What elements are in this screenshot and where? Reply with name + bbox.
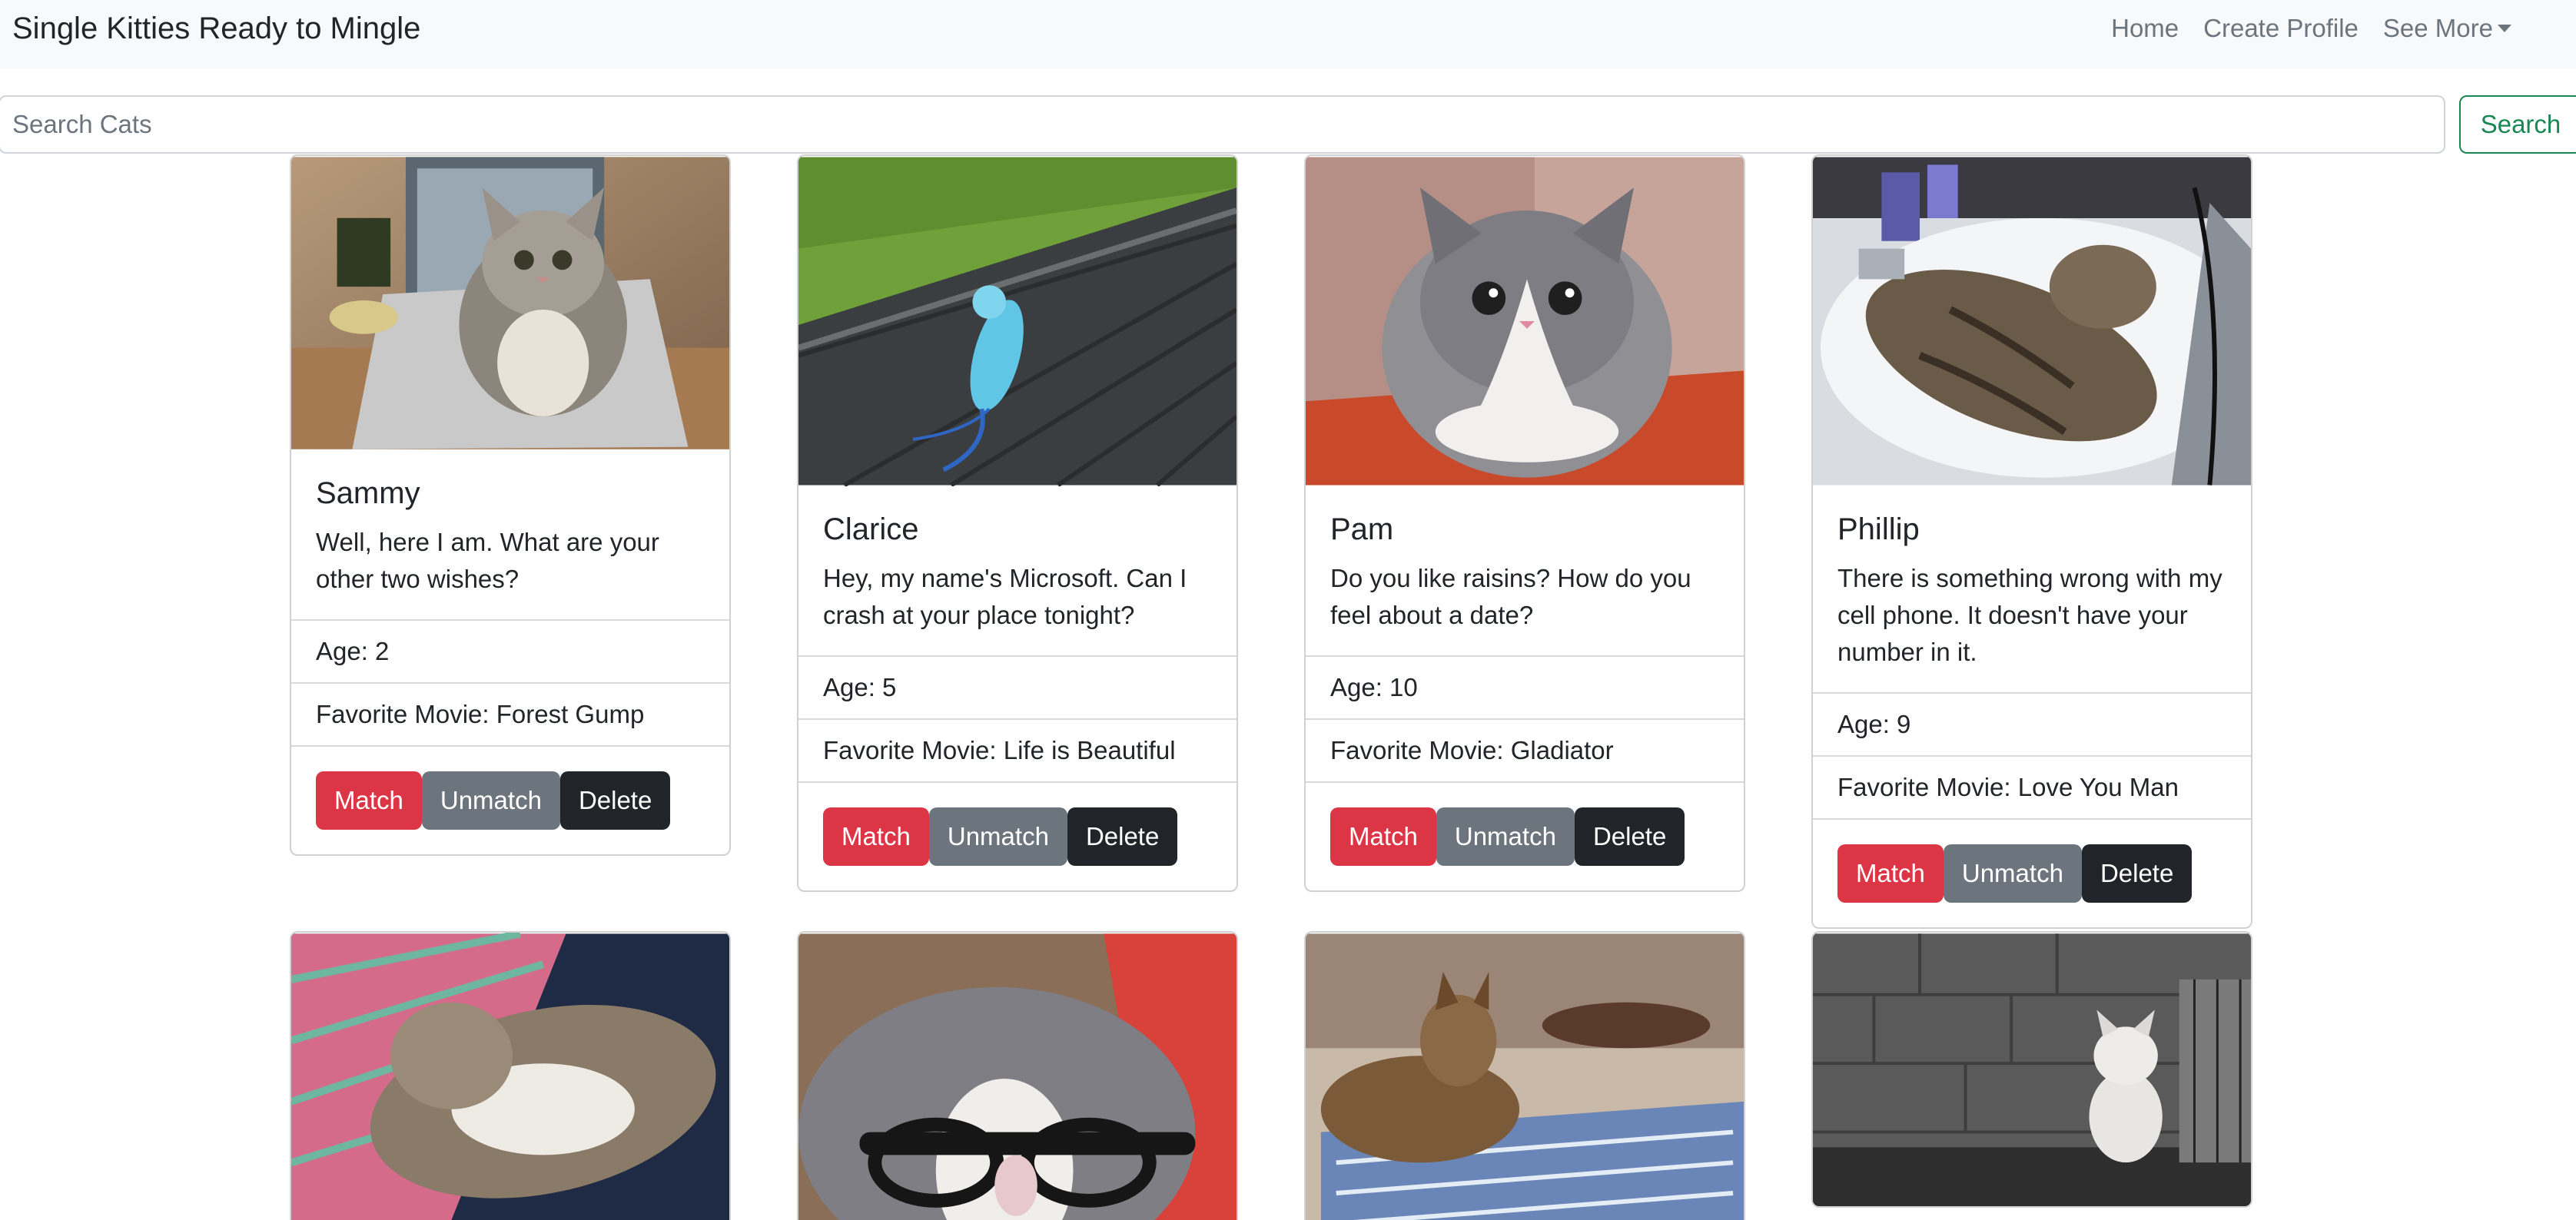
match-button[interactable]: Match xyxy=(823,807,929,866)
match-button[interactable]: Match xyxy=(316,771,422,830)
unmatch-button[interactable]: Unmatch xyxy=(1436,807,1575,866)
delete-button[interactable]: Delete xyxy=(2081,844,2193,903)
cat-photo xyxy=(291,933,729,1220)
cat-card xyxy=(1811,931,2252,1208)
card-body: Phillip There is something wrong with my… xyxy=(1813,486,2251,692)
cat-card: Pam Do you like raisins? How do you feel… xyxy=(1304,154,1745,892)
cat-photo xyxy=(798,933,1237,1220)
match-button[interactable]: Match xyxy=(1330,807,1436,866)
cat-favorite-movie: Favorite Movie: Love You Man xyxy=(1813,755,2251,818)
cat-name: Phillip xyxy=(1837,512,1920,546)
cat-photo xyxy=(1813,933,2251,1206)
cat-bio: Well, here I am. What are your other two… xyxy=(316,528,659,593)
cat-favorite-movie: Favorite Movie: Life is Beautiful xyxy=(798,718,1237,781)
cat-bio: Hey, my name's Microsoft. Can I crash at… xyxy=(823,564,1187,629)
unmatch-button[interactable]: Unmatch xyxy=(421,771,560,830)
cat-card xyxy=(1304,931,1745,1220)
card-body: Clarice Hey, my name's Microsoft. Can I … xyxy=(798,486,1237,655)
cat-photo xyxy=(1306,157,1744,486)
card-actions: Match Unmatch Delete xyxy=(1813,818,2251,927)
cat-age: Age: 2 xyxy=(291,619,729,682)
cat-name: Sammy xyxy=(316,476,420,510)
nav-link-home[interactable]: Home xyxy=(2099,11,2191,46)
unmatch-button[interactable]: Unmatch xyxy=(928,807,1067,866)
cat-card xyxy=(797,931,1238,1220)
cat-bio: Do you like raisins? How do you feel abo… xyxy=(1330,564,1691,629)
cat-photo xyxy=(1813,157,2251,486)
card-body: Sammy Well, here I am. What are your oth… xyxy=(291,450,729,619)
cat-card: Clarice Hey, my name's Microsoft. Can I … xyxy=(797,154,1238,892)
delete-button[interactable]: Delete xyxy=(1067,807,1178,866)
match-button[interactable]: Match xyxy=(1837,844,1944,903)
delete-button[interactable]: Delete xyxy=(1574,807,1685,866)
cat-photo xyxy=(798,157,1237,486)
unmatch-button[interactable]: Unmatch xyxy=(1943,844,2082,903)
card-actions: Match Unmatch Delete xyxy=(291,745,729,854)
caret-down-icon xyxy=(2498,25,2511,33)
cat-age: Age: 10 xyxy=(1306,655,1744,718)
cat-bio: There is something wrong with my cell ph… xyxy=(1837,564,2222,666)
cat-card xyxy=(290,931,731,1220)
delete-button[interactable]: Delete xyxy=(559,771,671,830)
search-button[interactable]: Search xyxy=(2459,95,2576,154)
cat-age: Age: 9 xyxy=(1813,692,2251,755)
cat-card: Phillip There is something wrong with my… xyxy=(1811,154,2252,929)
cat-photo xyxy=(1306,933,1744,1220)
nav-link-create-profile[interactable]: Create Profile xyxy=(2191,11,2371,46)
card-actions: Match Unmatch Delete xyxy=(798,781,1237,890)
brand-title[interactable]: Single Kitties Ready to Mingle xyxy=(12,8,420,49)
search-input[interactable] xyxy=(0,95,2445,154)
cat-age: Age: 5 xyxy=(798,655,1237,718)
see-more-label: See More xyxy=(2382,14,2493,42)
cat-name: Clarice xyxy=(823,512,919,546)
nav-links: Home Create Profile See More xyxy=(2099,11,2524,46)
cat-photo xyxy=(291,157,729,449)
cat-favorite-movie: Favorite Movie: Gladiator xyxy=(1306,718,1744,781)
cat-name: Pam xyxy=(1330,512,1394,546)
nav-dropdown-see-more[interactable]: See More xyxy=(2371,11,2524,46)
cat-favorite-movie: Favorite Movie: Forest Gump xyxy=(291,682,729,745)
navbar: Single Kitties Ready to Mingle Home Crea… xyxy=(0,0,2576,68)
card-actions: Match Unmatch Delete xyxy=(1306,781,1744,890)
card-body: Pam Do you like raisins? How do you feel… xyxy=(1306,486,1744,655)
cat-card: Sammy Well, here I am. What are your oth… xyxy=(290,154,731,856)
